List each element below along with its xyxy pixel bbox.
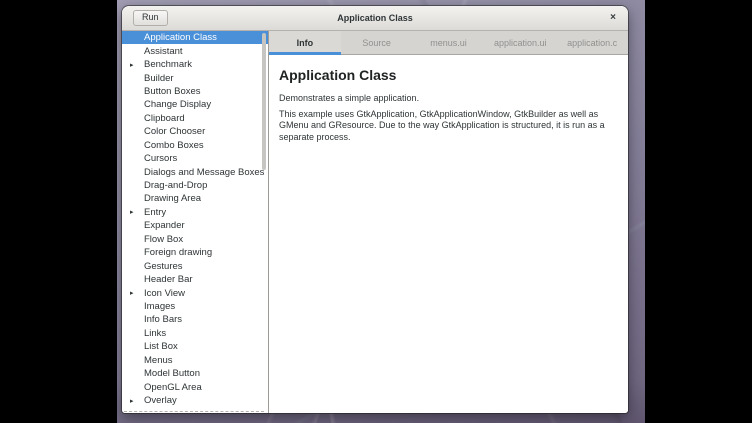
tab-info[interactable]: Info <box>269 31 341 54</box>
sidebar-item-label: OpenGL Area <box>144 382 202 393</box>
sidebar-item-color-chooser[interactable]: Color Chooser <box>122 125 268 138</box>
sidebar-item-label: Drawing Area <box>144 193 201 204</box>
expander-icon[interactable]: ▸ <box>128 208 144 216</box>
sidebar-item-label: List Box <box>144 341 178 352</box>
sidebar-item-gestures[interactable]: Gestures <box>122 259 268 272</box>
sidebar-item-images[interactable]: Images <box>122 300 268 313</box>
sidebar-item-label: Dialogs and Message Boxes <box>144 167 264 178</box>
sidebar-item-clipboard[interactable]: Clipboard <box>122 112 268 125</box>
sidebar-item-label: Model Button <box>144 368 200 379</box>
sidebar-item-links[interactable]: Links <box>122 327 268 340</box>
expander-icon[interactable]: ▸ <box>128 397 144 405</box>
sidebar: Application ClassAssistant▸BenchmarkBuil… <box>122 31 269 413</box>
sidebar-item-label: Entry <box>144 207 166 218</box>
sidebar-item-expander[interactable]: Expander <box>122 219 268 232</box>
expander-icon[interactable]: ▸ <box>128 289 144 297</box>
sidebar-item-assistant[interactable]: Assistant <box>122 44 268 57</box>
sidebar-item-label: Overlay <box>144 395 177 406</box>
page-heading: Application Class <box>279 67 618 83</box>
tab-application-c[interactable]: application.c <box>556 31 628 54</box>
sidebar-item-label: Benchmark <box>144 59 192 70</box>
sidebar-item-label: Icon View <box>144 288 185 299</box>
close-icon[interactable]: × <box>610 13 616 23</box>
screen: Run Application Class × Application Clas… <box>0 0 752 423</box>
sidebar-item-label: Drag-and-Drop <box>144 180 207 191</box>
sidebar-item-combo-boxes[interactable]: Combo Boxes <box>122 139 268 152</box>
sidebar-item-dialogs-and-message-boxes[interactable]: Dialogs and Message Boxes <box>122 165 268 178</box>
sidebar-item-drag-and-drop[interactable]: Drag-and-Drop <box>122 179 268 192</box>
sidebar-item-label: Gestures <box>144 261 183 272</box>
window-body: Application ClassAssistant▸BenchmarkBuil… <box>122 31 628 413</box>
window-title: Application Class <box>122 13 628 23</box>
sidebar-item-opengl-area[interactable]: OpenGL Area <box>122 380 268 393</box>
sidebar-item-label: Cursors <box>144 153 177 164</box>
sidebar-item-drawing-area[interactable]: Drawing Area <box>122 192 268 205</box>
sidebar-item-label: Application Class <box>144 32 217 43</box>
sidebar-item-info-bars[interactable]: Info Bars <box>122 313 268 326</box>
sidebar-item-label: Expander <box>144 220 185 231</box>
sidebar-item-icon-view[interactable]: ▸Icon View <box>122 286 268 299</box>
sidebar-item-label: Color Chooser <box>144 126 205 137</box>
sidebar-item-flow-box[interactable]: Flow Box <box>122 233 268 246</box>
sidebar-item-builder[interactable]: Builder <box>122 71 268 84</box>
sidebar-item-label: Assistant <box>144 46 183 57</box>
tab-source[interactable]: Source <box>341 31 413 54</box>
description: Demonstrates a simple application. This e… <box>279 93 618 143</box>
sidebar-item-label: Header Bar <box>144 274 193 285</box>
app-window: Run Application Class × Application Clas… <box>122 6 628 413</box>
demo-list: Application ClassAssistant▸BenchmarkBuil… <box>122 31 268 407</box>
sidebar-item-label: Builder <box>144 73 174 84</box>
tab-bar: InfoSourcemenus.uiapplication.uiapplicat… <box>269 31 628 55</box>
sidebar-item-label: Clipboard <box>144 113 185 124</box>
sidebar-item-label: Menus <box>144 355 173 366</box>
sidebar-item-list-box[interactable]: List Box <box>122 340 268 353</box>
description-paragraph: This example uses GtkApplication, GtkApp… <box>279 109 617 144</box>
sidebar-item-label: Links <box>144 328 166 339</box>
sidebar-item-label: Combo Boxes <box>144 140 204 151</box>
sidebar-item-cursors[interactable]: Cursors <box>122 152 268 165</box>
sidebar-item-label: Info Bars <box>144 314 182 325</box>
tab-application-ui[interactable]: application.ui <box>484 31 556 54</box>
sidebar-item-overlay[interactable]: ▸Overlay <box>122 394 268 407</box>
sidebar-item-application-class[interactable]: Application Class <box>122 31 268 44</box>
sidebar-item-label: Foreign drawing <box>144 247 212 258</box>
sidebar-item-model-button[interactable]: Model Button <box>122 367 268 380</box>
run-button[interactable]: Run <box>133 10 168 26</box>
sidebar-item-change-display[interactable]: Change Display <box>122 98 268 111</box>
sidebar-item-label: Images <box>144 301 175 312</box>
sidebar-item-header-bar[interactable]: Header Bar <box>122 273 268 286</box>
description-paragraph: Demonstrates a simple application. <box>279 93 617 105</box>
sidebar-item-label: Button Boxes <box>144 86 201 97</box>
info-content: Application Class Demonstrates a simple … <box>269 55 628 413</box>
tab-menus-ui[interactable]: menus.ui <box>413 31 485 54</box>
expander-icon[interactable]: ▸ <box>128 61 144 69</box>
sidebar-item-entry[interactable]: ▸Entry <box>122 206 268 219</box>
sidebar-item-benchmark[interactable]: ▸Benchmark <box>122 58 268 71</box>
sidebar-item-button-boxes[interactable]: Button Boxes <box>122 85 268 98</box>
main-pane: InfoSourcemenus.uiapplication.uiapplicat… <box>269 31 628 413</box>
sidebar-item-menus[interactable]: Menus <box>122 354 268 367</box>
titlebar[interactable]: Run Application Class × <box>122 6 628 31</box>
sidebar-item-foreign-drawing[interactable]: Foreign drawing <box>122 246 268 259</box>
sidebar-item-label: Flow Box <box>144 234 183 245</box>
sidebar-item-label: Change Display <box>144 99 211 110</box>
sidebar-scrollbar[interactable] <box>262 33 266 170</box>
